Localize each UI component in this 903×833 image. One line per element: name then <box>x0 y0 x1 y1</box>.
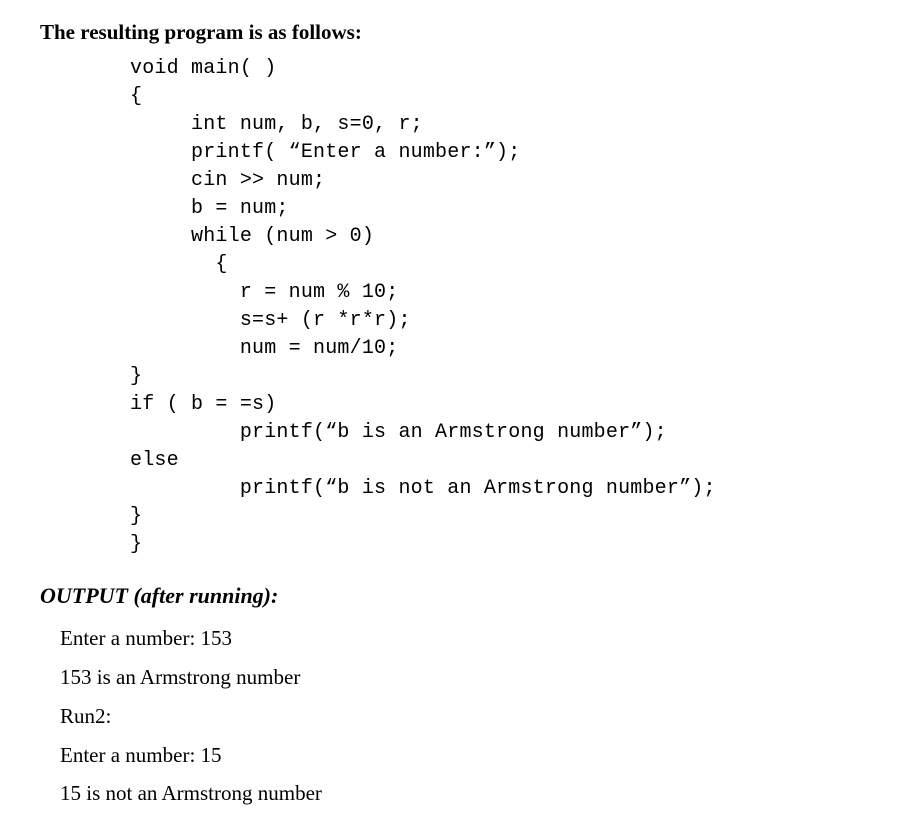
output-line: 15 is not an Armstrong number <box>60 774 863 813</box>
output-heading: OUTPUT (after running): <box>40 583 863 609</box>
output-line: Enter a number: 15 <box>60 736 863 775</box>
output-line: Enter a number: 153 <box>60 619 863 658</box>
output-line: 153 is an Armstrong number <box>60 658 863 697</box>
output-block: Enter a number: 153 153 is an Armstrong … <box>60 619 863 813</box>
output-line: Run2: <box>60 697 863 736</box>
code-listing: void main( ) { int num, b, s=0, r; print… <box>130 55 863 559</box>
section-heading: The resulting program is as follows: <box>40 20 863 45</box>
